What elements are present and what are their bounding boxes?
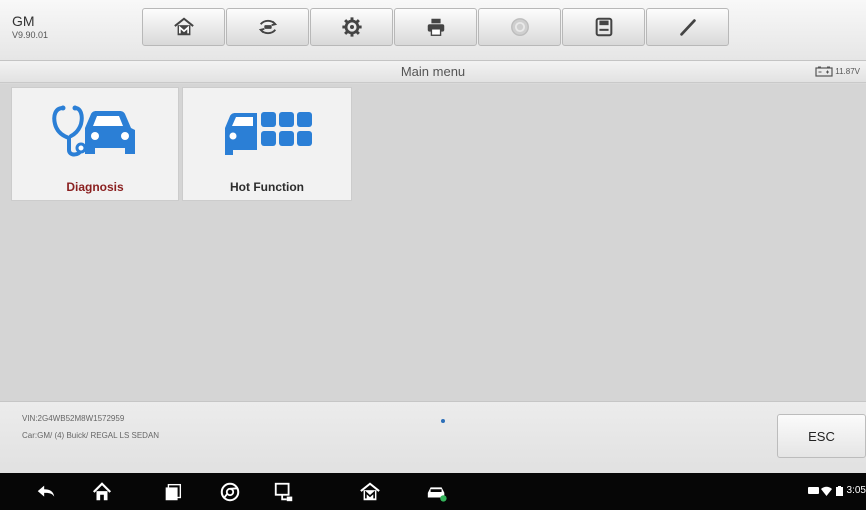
settings-button[interactable]: [310, 8, 393, 46]
chrome-icon: [220, 482, 240, 502]
page-indicator-dot: [441, 419, 445, 423]
save-icon: [595, 17, 612, 37]
hot-function-label: Hot Function: [230, 180, 304, 194]
car-status-icon: [427, 487, 447, 502]
printer-icon: [427, 18, 444, 36]
car-grid-icon: [225, 112, 312, 155]
app-title: GM V9.90.01: [12, 14, 48, 40]
top-toolbar: GM V9.90.01: [0, 0, 866, 61]
home-nav-button[interactable]: [89, 479, 115, 505]
back-icon: [37, 485, 55, 497]
app-name: GM: [12, 13, 35, 29]
pen-icon: [679, 19, 696, 36]
help-icon: [510, 18, 529, 36]
chrome-button[interactable]: [217, 479, 243, 505]
home-icon: [92, 482, 112, 501]
page-title: Main menu: [400, 64, 466, 79]
clock: 3:05: [846, 485, 866, 496]
diagnosis-tile[interactable]: Diagnosis: [11, 87, 179, 201]
battery-voltage: 11.87V: [835, 67, 860, 76]
status-tray: 3:05: [807, 485, 866, 496]
vin-text: VIN:2G4WB52M8W1572959: [22, 414, 125, 423]
sub-header: Main menu 11.87V: [0, 61, 866, 83]
app-version: V9.90.01: [12, 30, 49, 40]
vci-connect-button[interactable]: [271, 479, 297, 505]
vehicle-info-bar: VIN:2G4WB52M8W1572959 Car:GM/ (4) Buick/…: [0, 401, 866, 473]
maxisys-home-icon: [360, 482, 380, 501]
vehicle-swap-icon: [258, 19, 277, 35]
home-m-icon: [173, 17, 194, 36]
stethoscope-car-icon: [52, 105, 135, 157]
diagnosis-label: Diagnosis: [66, 180, 124, 194]
gear-icon: [341, 17, 362, 37]
car-status-button[interactable]: [424, 479, 450, 505]
battery-indicator: 11.87V: [815, 66, 860, 77]
home-button[interactable]: [142, 8, 225, 46]
esc-button[interactable]: ESC: [777, 414, 866, 458]
maxisys-home-button[interactable]: [357, 479, 383, 505]
hot-function-tile[interactable]: Hot Function: [182, 87, 352, 201]
back-button[interactable]: [33, 479, 59, 505]
wifi-icon: [820, 486, 832, 496]
system-nav-bar: 3:05: [0, 473, 866, 510]
save-button[interactable]: [562, 8, 645, 46]
print-button[interactable]: [394, 8, 477, 46]
car-text: Car:GM/ (4) Buick/ REGAL LS SEDAN: [22, 431, 160, 440]
help-button[interactable]: [478, 8, 561, 46]
main-menu-grid: Diagnosis Hot Function: [0, 84, 866, 401]
app-window: GM V9.90.01 Main menu 11.87V Diagnosis H…: [0, 0, 866, 510]
battery-status-icon: [835, 485, 843, 496]
edit-button[interactable]: [646, 8, 729, 46]
vci-connect-icon: [274, 482, 293, 502]
vehicle-swap-button[interactable]: [226, 8, 309, 46]
toolbar-buttons: [142, 8, 730, 46]
battery-icon: [815, 66, 833, 77]
message-icon: [807, 486, 819, 494]
recent-apps-button[interactable]: [160, 479, 186, 505]
recent-apps-icon: [165, 483, 182, 501]
